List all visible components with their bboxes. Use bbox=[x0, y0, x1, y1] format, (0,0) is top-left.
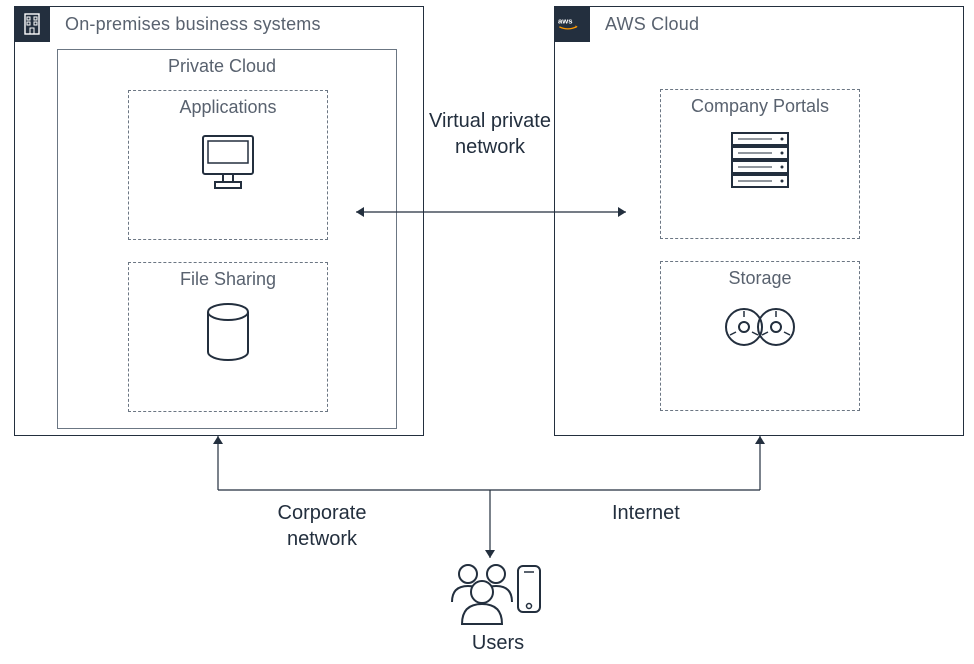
aws-title: AWS Cloud bbox=[605, 14, 699, 35]
tape-reels-icon bbox=[718, 297, 802, 357]
onprem-title: On-premises business systems bbox=[65, 14, 321, 35]
vpn-label: Virtual private network bbox=[410, 108, 570, 160]
vpn-label-text: Virtual private network bbox=[429, 110, 551, 158]
storage-label: Storage bbox=[661, 268, 859, 289]
aws-logo-icon: aws bbox=[558, 15, 586, 33]
corporate-label-text: Corporate network bbox=[278, 502, 367, 550]
corporate-label: Corporate network bbox=[252, 500, 392, 552]
internet-label-text: Internet bbox=[612, 502, 680, 524]
applications-box: Applications bbox=[128, 90, 328, 240]
building-icon bbox=[20, 12, 44, 36]
monitor-icon bbox=[193, 126, 263, 196]
private-cloud-box: Private Cloud Applications File Sharing bbox=[57, 49, 397, 429]
file-sharing-label: File Sharing bbox=[129, 269, 327, 290]
applications-label: Applications bbox=[129, 97, 327, 118]
aws-corner-icon: aws bbox=[554, 6, 590, 42]
users-icon bbox=[438, 558, 548, 628]
server-rack-icon bbox=[722, 125, 798, 195]
storage-box: Storage bbox=[660, 261, 860, 411]
company-portals-box: Company Portals bbox=[660, 89, 860, 239]
file-sharing-box: File Sharing bbox=[128, 262, 328, 412]
cylinder-icon bbox=[198, 298, 258, 370]
svg-text:aws: aws bbox=[558, 16, 573, 25]
users-label: Users bbox=[438, 630, 558, 656]
private-cloud-title: Private Cloud bbox=[168, 56, 276, 77]
users-block: Users bbox=[438, 558, 558, 656]
onprem-corner-icon bbox=[14, 6, 50, 42]
internet-label: Internet bbox=[612, 500, 712, 526]
company-portals-label: Company Portals bbox=[661, 96, 859, 117]
aws-group: aws AWS Cloud Company Portals bbox=[554, 6, 964, 436]
onprem-group: On-premises business systems Private Clo… bbox=[14, 6, 424, 436]
